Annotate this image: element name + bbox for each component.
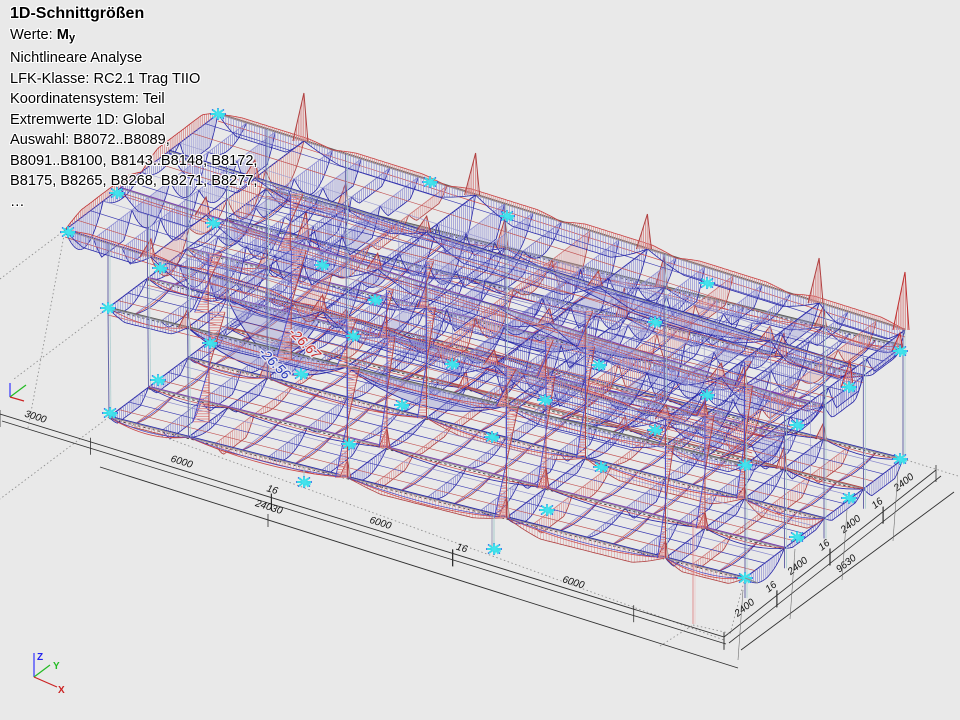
svg-text:X: X (58, 685, 65, 696)
svg-text:Y: Y (53, 661, 60, 672)
svg-text:Z: Z (37, 652, 43, 663)
